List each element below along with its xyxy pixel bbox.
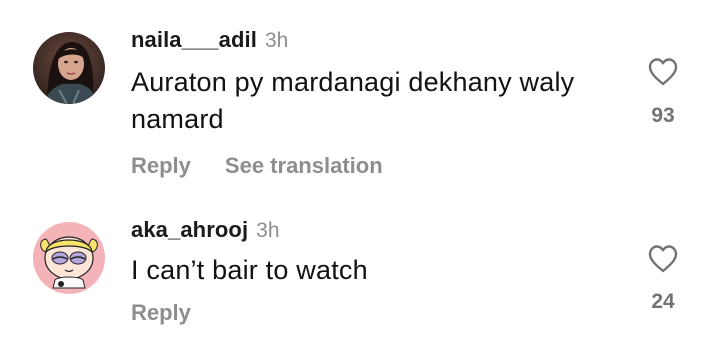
reply-button[interactable]: Reply (131, 153, 191, 179)
comment: naila___adil 3h Auraton py mardanagi dek… (0, 0, 719, 180)
heart-icon[interactable] (647, 57, 679, 87)
comment-body: aka_ahrooj 3h I can’t bair to watch Repl… (131, 217, 629, 326)
comment-actions: Reply See translation (131, 153, 629, 179)
avatar[interactable] (33, 222, 105, 294)
reply-button[interactable]: Reply (131, 300, 191, 326)
comment-meta: aka_ahrooj 3h (131, 217, 629, 247)
comment-meta: naila___adil 3h (131, 27, 629, 57)
like-count: 93 (651, 104, 675, 127)
comment: aka_ahrooj 3h I can’t bair to watch Repl… (0, 208, 719, 338)
like-count: 24 (651, 290, 675, 313)
timestamp: 3h (264, 29, 289, 52)
comment-actions: Reply (131, 300, 629, 326)
comment-text: Auraton py mardanagi dekhany waly namard (131, 67, 575, 134)
heart-icon[interactable] (647, 244, 679, 274)
username[interactable]: aka_ahrooj (131, 217, 248, 243)
like-control: 24 (645, 244, 681, 314)
like-control: 93 (645, 57, 681, 128)
timestamp: 3h (256, 219, 280, 242)
avatar[interactable] (33, 32, 105, 104)
comment-text: I can’t bair to watch (131, 255, 368, 285)
username[interactable]: naila___adil (131, 27, 257, 53)
comment-body: naila___adil 3h Auraton py mardanagi dek… (131, 27, 629, 179)
see-translation-button[interactable]: See translation (225, 153, 383, 179)
